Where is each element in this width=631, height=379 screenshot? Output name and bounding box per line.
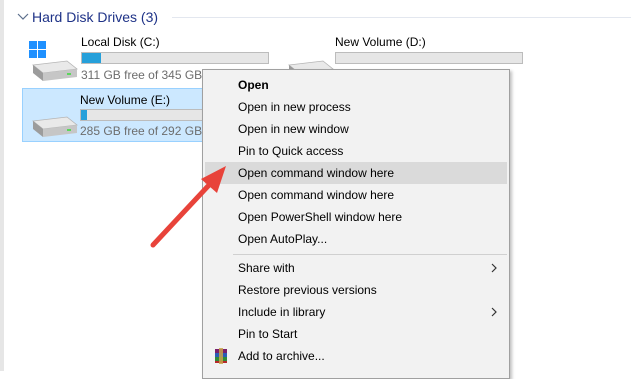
drive-name: Local Disk (C:) (81, 35, 160, 49)
menu-item-label: Open command window here (238, 166, 395, 180)
menu-item-label: Restore previous versions (238, 283, 377, 297)
section-title: Hard Disk Drives (3) (32, 9, 159, 25)
menu-item-restore-previous-versions[interactable]: Restore previous versions (205, 279, 507, 301)
menu-item-label: Share with (238, 261, 295, 275)
drive-usage-bar (335, 52, 523, 64)
hard-drive-icon (32, 116, 78, 137)
left-pane-border (0, 0, 4, 371)
menu-item-open-command-window[interactable]: Open command window here (205, 184, 507, 206)
menu-item-include-in-library[interactable]: Include in library (205, 301, 507, 323)
menu-item-label: Open (238, 78, 269, 92)
drive-name: New Volume (D:) (335, 35, 426, 49)
chevron-right-icon (491, 263, 497, 273)
menu-item-open-autoplay[interactable]: Open AutoPlay... (205, 228, 507, 250)
drive-usage-fill (81, 110, 87, 120)
menu-item-label: Open in new window (238, 122, 349, 136)
menu-item-open-in-new-process[interactable]: Open in new process (205, 96, 507, 118)
winrar-icon (215, 348, 227, 364)
hard-disk-drives-group-header[interactable]: Hard Disk Drives (3) (16, 6, 158, 28)
drive-free-space: 311 GB free of 345 GB (81, 68, 203, 82)
menu-item-label: Pin to Start (238, 327, 298, 341)
menu-item-open-in-new-window[interactable]: Open in new window (205, 118, 507, 140)
menu-item-add-to-archive[interactable]: Add to archive... (205, 345, 507, 367)
drive-usage-bar (81, 52, 269, 64)
menu-item-open-powershell-window[interactable]: Open PowerShell window here (205, 206, 507, 228)
chevron-right-icon (491, 307, 497, 317)
section-divider (172, 17, 631, 18)
menu-item-pin-to-quick-access[interactable]: Pin to Quick access (205, 140, 507, 162)
menu-item-label: Include in library (238, 305, 326, 319)
menu-item-label: Open command window here (238, 188, 395, 202)
menu-item-pin-to-start[interactable]: Pin to Start (205, 323, 507, 345)
menu-item-label: Add to archive... (238, 349, 325, 363)
menu-item-share-with[interactable]: Share with (205, 257, 507, 279)
menu-item-label: Open in new process (238, 100, 351, 114)
windows-drive-icon (29, 41, 78, 81)
menu-item-label: Open PowerShell window here (238, 210, 403, 224)
menu-item-open[interactable]: Open (205, 74, 507, 96)
drive-name: New Volume (E:) (80, 93, 171, 107)
menu-separator (233, 254, 507, 255)
menu-item-label: Open AutoPlay... (238, 232, 328, 246)
drive-usage-fill (82, 53, 101, 63)
menu-item-open-command-window-highlighted[interactable]: Open command window here (205, 162, 507, 184)
chevron-down-icon[interactable] (16, 10, 30, 24)
context-menu: Open Open in new process Open in new win… (202, 69, 510, 379)
menu-item-label: Pin to Quick access (238, 144, 344, 158)
drive-free-space: 285 GB free of 292 GB (80, 124, 203, 138)
